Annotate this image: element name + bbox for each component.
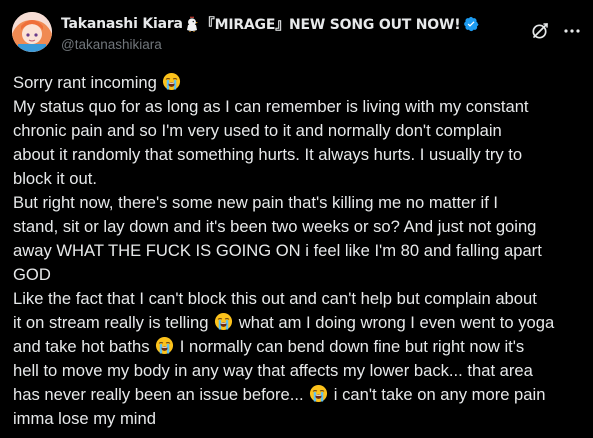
loudly-crying-face-icon bbox=[162, 72, 181, 91]
tweet-text-segment: i can't take on any more pain bbox=[329, 385, 546, 404]
tweet-line: and take hot baths I normally can bend d… bbox=[13, 335, 585, 359]
tweet-line: GOD bbox=[13, 265, 51, 284]
tweet-line: chronic pain and so I'm very used to it … bbox=[13, 121, 502, 140]
tweet-line: Like the fact that I can't block this ou… bbox=[13, 289, 537, 308]
post-card: Takanashi Kiara 『MIRAGE』NEW SONG OUT NOW… bbox=[0, 0, 593, 438]
tweet-line: imma lose my mind bbox=[13, 409, 156, 428]
display-name-row[interactable]: Takanashi Kiara 『MIRAGE』NEW SONG OUT NOW… bbox=[61, 14, 491, 34]
tweet-text-segment: what am I doing wrong I even went to yog… bbox=[234, 313, 555, 332]
tweet-line: Sorry rant incoming bbox=[13, 71, 585, 95]
tweet-line: away WHAT THE FUCK IS GOING ON i feel li… bbox=[13, 241, 542, 260]
tweet-line: My status quo for as long as I can remem… bbox=[13, 97, 529, 116]
tweet-line: has never really been an issue before...… bbox=[13, 383, 585, 407]
grok-icon[interactable] bbox=[531, 22, 549, 40]
tweet-text: Sorry rant incoming My status quo for as… bbox=[13, 71, 585, 431]
tweet-line: block it out. bbox=[13, 169, 97, 188]
tweet-text-segment: and take hot baths bbox=[13, 337, 155, 356]
tweet-text-segment: it on stream really is telling bbox=[13, 313, 214, 332]
user-handle[interactable]: @takanashikiara bbox=[61, 37, 491, 52]
tweet-text-segment: has never really been an issue before... bbox=[13, 385, 309, 404]
loudly-crying-face-icon bbox=[214, 312, 233, 331]
tweet-text-segment: I normally can bend down fine but right … bbox=[175, 337, 525, 356]
tweet-line: it on stream really is telling what am I… bbox=[13, 311, 585, 335]
verified-badge-icon[interactable] bbox=[463, 16, 479, 32]
loudly-crying-face-icon bbox=[155, 336, 174, 355]
loudly-crying-face-icon bbox=[309, 384, 328, 403]
author-names: Takanashi Kiara 『MIRAGE』NEW SONG OUT NOW… bbox=[61, 14, 491, 52]
avatar[interactable] bbox=[12, 12, 52, 52]
tweet-line: But right now, there's some new pain tha… bbox=[13, 193, 499, 212]
more-icon[interactable] bbox=[563, 22, 581, 40]
display-name[interactable]: Takanashi Kiara bbox=[61, 16, 183, 32]
tweet-line: stand, sit or lay down and it's been two… bbox=[13, 217, 537, 236]
display-name-suffix[interactable]: 『MIRAGE』NEW SONG OUT NOW! bbox=[201, 14, 461, 34]
tweet-text-segment: Sorry rant incoming bbox=[13, 73, 162, 92]
tweet-line: hell to move my body in any way that aff… bbox=[13, 361, 533, 380]
post-header: Takanashi Kiara 『MIRAGE』NEW SONG OUT NOW… bbox=[12, 12, 581, 56]
tweet-line: about it randomly that something hurts. … bbox=[13, 145, 523, 164]
chicken-icon bbox=[185, 16, 199, 32]
